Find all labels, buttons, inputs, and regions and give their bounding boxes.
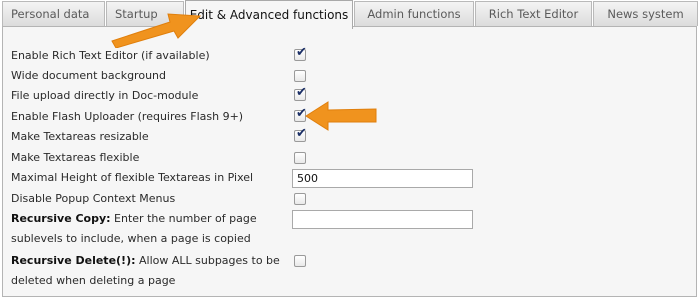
recursive-copy-input[interactable] (292, 210, 473, 229)
wide-background-checkbox[interactable] (294, 70, 306, 82)
tab-news-system[interactable]: News system (593, 1, 698, 26)
recursive-copy-title: Recursive Copy: (11, 212, 111, 225)
rich-text-editor-checkbox[interactable]: ✔ (294, 45, 307, 61)
checkmark-icon: ✔ (296, 45, 307, 60)
pointer-arrow-icon (111, 13, 202, 48)
tab-edit-advanced-functions[interactable]: Edit & Advanced functions (185, 0, 353, 29)
recursive-delete-checkbox[interactable] (294, 255, 306, 267)
recursive-delete-title: Recursive Delete(!): (11, 254, 136, 267)
setting-label: Enable Flash Uploader (requires Flash 9+… (11, 110, 244, 123)
tab-rich-text-editor[interactable]: Rich Text Editor (475, 1, 592, 26)
pointer-arrow-icon (305, 101, 377, 131)
setting-label: File upload directly in Doc-module (11, 89, 199, 102)
checkmark-icon: ✔ (296, 85, 307, 100)
tab-personal-data[interactable]: Personal data (2, 1, 105, 26)
setting-label: Recursive Delete(!): Allow ALL subpages … (11, 251, 291, 291)
setting-label: Disable Popup Context Menus (11, 192, 176, 205)
disable-context-menus-checkbox[interactable] (294, 193, 306, 205)
textarea-flexible-checkbox[interactable] (294, 152, 306, 164)
setting-label: Maximal Height of flexible Textareas in … (11, 171, 254, 184)
tab-admin-functions[interactable]: Admin functions (354, 1, 474, 26)
setting-label: Enable Rich Text Editor (if available) (11, 49, 210, 62)
setting-label: Wide document background (11, 69, 166, 82)
setting-label: Make Textareas flexible (11, 151, 140, 164)
setting-label: Recursive Copy: Enter the number of page… (11, 209, 291, 249)
settings-panel: Enable Rich Text Editor (if available) ✔… (2, 26, 697, 297)
setting-label: Make Textareas resizable (11, 130, 149, 143)
max-height-input[interactable]: 500 (292, 169, 473, 188)
tab-bar: Personal data Startup Edit & Advanced fu… (0, 0, 700, 29)
